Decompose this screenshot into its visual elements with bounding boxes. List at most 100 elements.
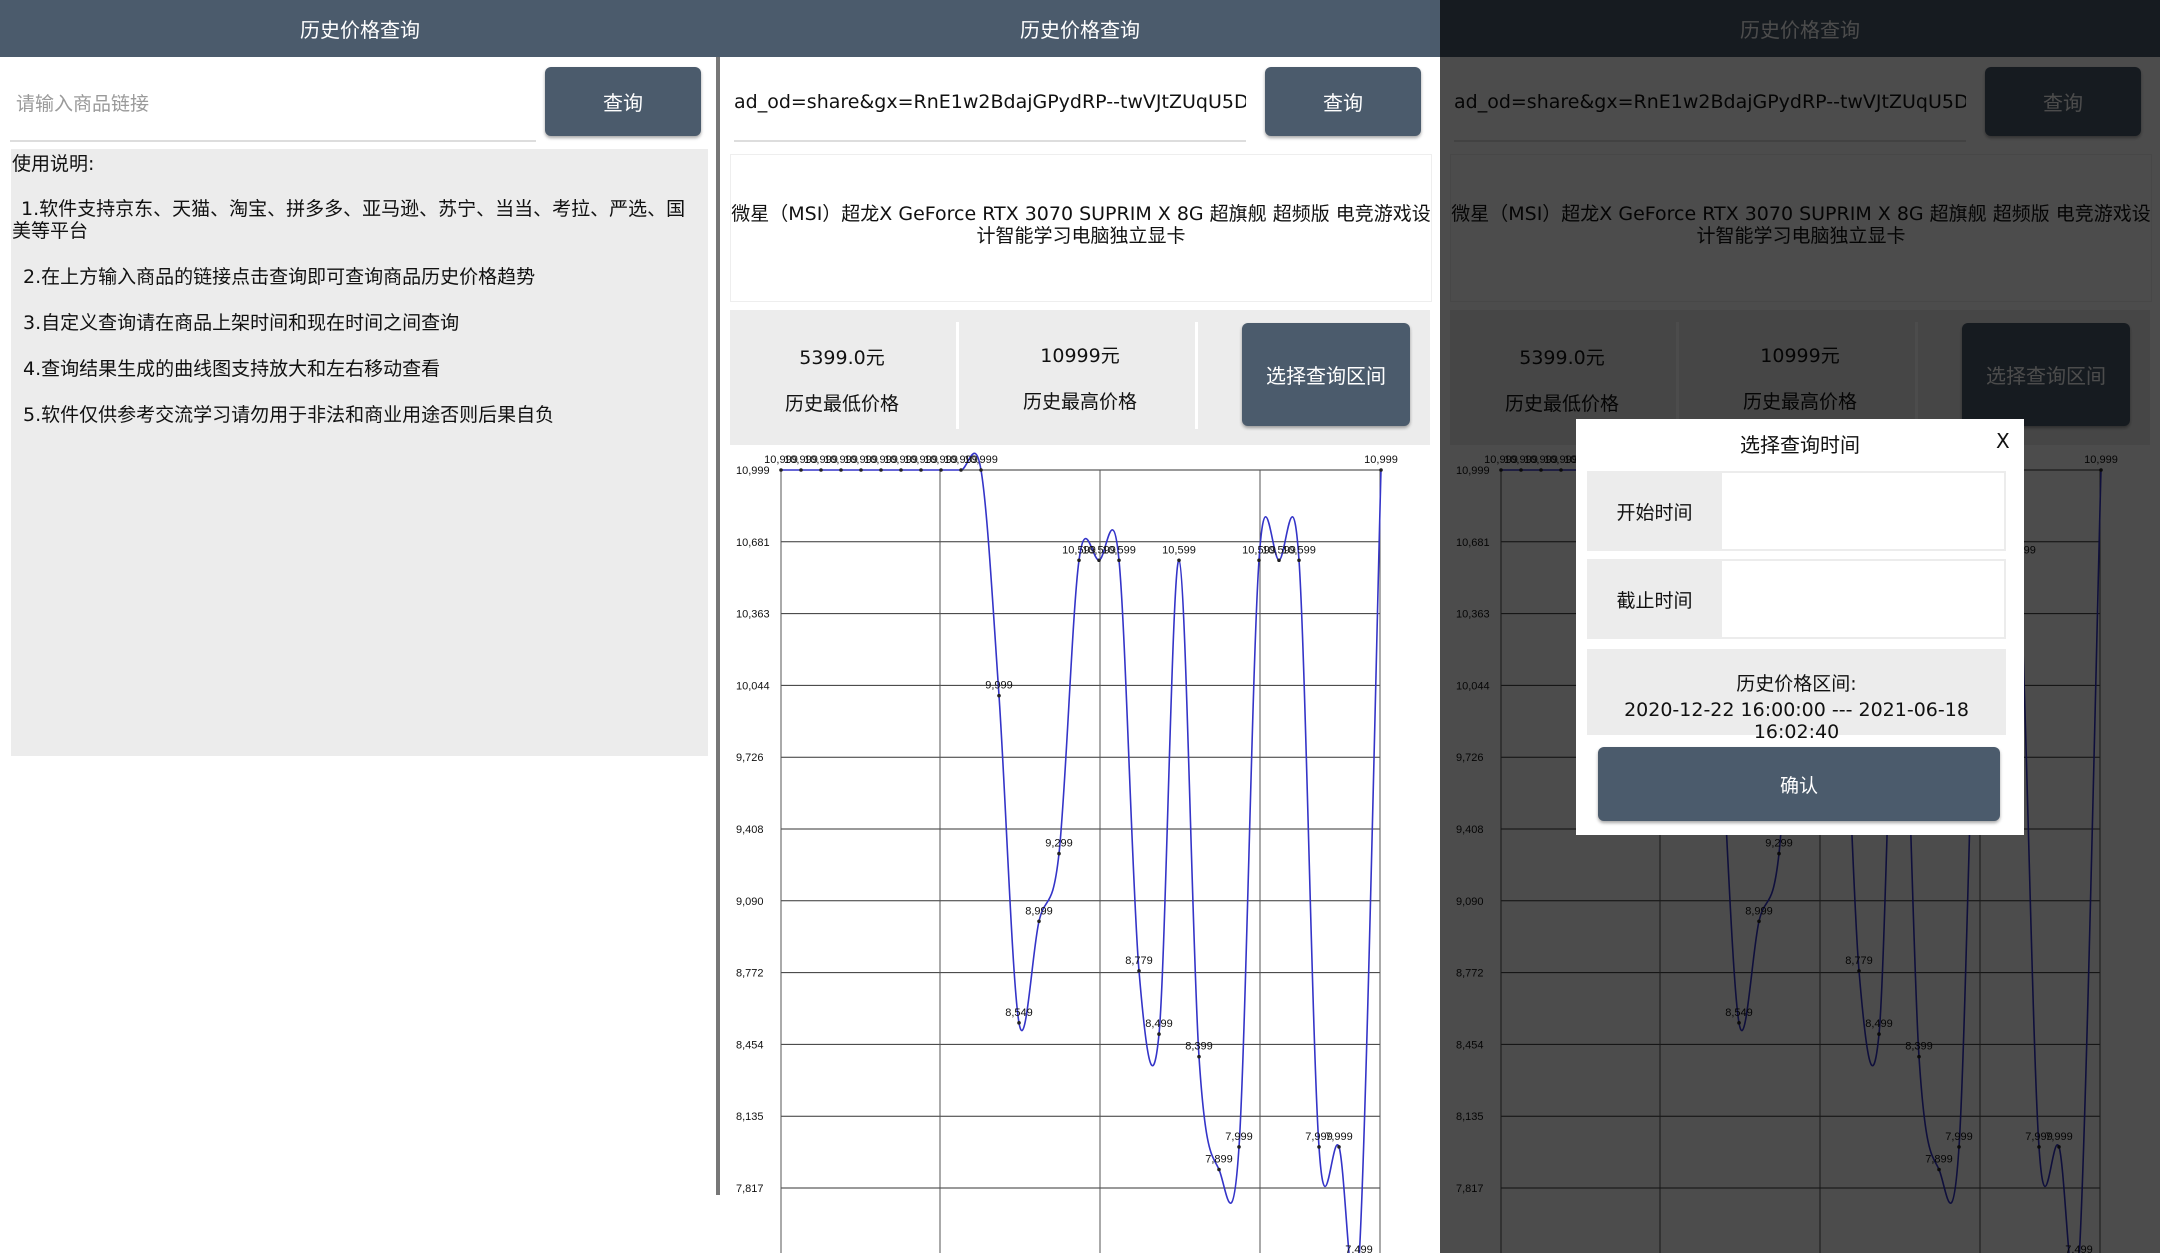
date-range-dialog: 选择查询时间 X 开始时间 截止时间 历史价格区间: 2020-12-22 16… [1576,419,2024,835]
app-title: 历史价格查询 [300,18,420,42]
data-point [1297,558,1301,563]
data-point [979,468,983,472]
data-point [1197,1054,1201,1059]
min-price-label: 历史最低价格 [784,393,899,415]
data-point [859,468,863,472]
instruction-item-4: 4.查询结果生成的曲线图支持放大和左右移动查看 [23,358,441,380]
min-price-value: 5399.0元 [799,347,885,369]
query-panel: 历史价格查询 请输入商品链接 查询 使用说明: 1.软件支持京东、天猫、淘宝、拼… [0,0,720,1253]
max-price-value: 10999元 [1040,345,1120,367]
price-range-title: 历史价格区间: [1736,673,1857,695]
data-point [879,468,883,472]
query-button-label: 查询 [1323,91,1363,115]
data-point [899,468,903,472]
result-panel: 历史价格查询 ad_od=share&gx=RnE1w2BdajGPydRP--… [720,0,1440,1253]
url-input[interactable]: 请输入商品链接 [10,64,536,142]
query-button[interactable]: 查询 [545,67,701,136]
data-point [1077,558,1081,563]
max-price-label: 历史最高价格 [1022,391,1137,413]
app-title: 历史价格查询 [1020,18,1140,42]
data-label: 7,899 [1205,1153,1233,1165]
data-label: 10,599 [1102,544,1136,556]
y-tick-label: 8,135 [736,1111,764,1123]
data-point [1137,969,1141,973]
y-tick-label: 7,817 [736,1183,764,1195]
y-tick-label: 10,044 [736,680,770,692]
data-point [1117,558,1121,563]
y-tick-label: 10,681 [736,537,770,549]
product-title: 微星（MSI）超龙X GeForce RTX 3070 SUPRIM X 8G … [731,203,1431,247]
data-point [1157,1032,1161,1036]
data-label: 10,999 [1364,454,1398,466]
data-label: 10,599 [1162,544,1196,556]
data-label: 8,399 [1185,1041,1213,1053]
start-time-field[interactable] [1722,471,2006,551]
dialog-title: 选择查询时间 [1740,433,1860,457]
data-label: 8,779 [1125,955,1153,967]
data-point [1277,558,1281,563]
price-history-chart[interactable]: 10,999 10,681 10,363 10,044 9,726 9,408 9,090 8… [720,450,1440,1253]
data-point [1177,558,1181,563]
data-point [1257,558,1261,563]
query-button-label: 查询 [603,91,643,115]
data-label: 8,999 [1025,905,1053,917]
app-title-bar: 历史价格查询 [0,0,720,57]
y-tick-label: 8,454 [736,1039,764,1051]
instruction-item-5: 5.软件仅供参考交流学习请勿用于非法和商业用途否则后果自负 [23,404,555,426]
data-point [959,468,963,472]
data-label: 9,999 [985,680,1013,692]
data-label: 9,299 [1045,838,1073,850]
data-label: 7,499 [1345,1244,1373,1253]
data-point [1337,1145,1341,1149]
instruction-item-2: 2.在上方输入商品的链接点击查询即可查询商品历史价格趋势 [23,266,536,288]
start-time-label: 开始时间 [1587,471,1722,551]
instructions-title: 使用说明: [12,153,95,175]
data-point [779,468,783,472]
data-point [919,468,923,472]
product-card: 微星（MSI）超龙X GeForce RTX 3070 SUPRIM X 8G … [730,154,1432,302]
data-point [799,468,803,472]
price-range-value: 2020-12-22 16:00:00 --- 2021-06-18 16:02… [1624,699,1969,743]
stats-divider [956,322,959,429]
data-point [1237,1145,1241,1149]
data-point [819,468,823,472]
end-time-field[interactable] [1722,559,2006,639]
data-label: 10,599 [1282,544,1316,556]
y-tick-label: 9,090 [736,896,764,908]
y-tick-label: 10,363 [736,609,770,621]
url-input-value: ad_od=share&gx=RnE1w2BdajGPydRP--twVJtZU… [734,91,1246,113]
data-point [1057,851,1061,856]
data-label: 7,999 [1325,1131,1353,1143]
instructions-box: 使用说明: 1.软件支持京东、天猫、淘宝、拼多多、亚马逊、苏宁、当当、考拉、严选… [11,149,708,756]
data-point [1017,1021,1021,1025]
data-point [1097,558,1101,563]
price-line [780,452,1382,1253]
data-point [939,468,943,472]
data-point [1317,1145,1321,1149]
app-title-bar: 历史价格查询 [720,0,1440,57]
select-range-button[interactable]: 选择查询区间 [1242,323,1410,426]
close-icon[interactable]: X [1996,429,2010,453]
url-input-placeholder: 请输入商品链接 [16,92,150,115]
price-range-box: 历史价格区间: 2020-12-22 16:00:00 --- 2021-06-… [1587,649,2006,743]
end-time-label: 截止时间 [1587,559,1722,639]
data-label: 7,999 [1225,1131,1253,1143]
instruction-item-1: 1.软件支持京东、天猫、淘宝、拼多多、亚马逊、苏宁、当当、考拉、严选、国美等平台 [12,198,686,242]
data-label: 8,549 [1005,1007,1033,1019]
data-point [1379,468,1383,472]
y-tick-label: 9,408 [736,824,764,836]
stats-divider [1195,322,1198,429]
y-tick-label: 10,999 [736,465,770,477]
y-tick-label: 8,772 [736,968,764,980]
data-point [1217,1167,1221,1172]
data-point [997,693,1001,698]
data-label: 8,499 [1145,1018,1173,1030]
instruction-item-3: 3.自定义查询请在商品上架时间和现在时间之间查询 [23,312,460,334]
y-tick-label: 9,726 [736,752,764,764]
confirm-button[interactable]: 确认 [1598,747,2000,821]
data-point [1037,919,1041,924]
data-label: 10,999 [964,454,998,466]
url-input[interactable]: ad_od=share&gx=RnE1w2BdajGPydRP--twVJtZU… [734,64,1246,142]
query-button[interactable]: 查询 [1265,67,1421,136]
data-point [839,468,843,472]
